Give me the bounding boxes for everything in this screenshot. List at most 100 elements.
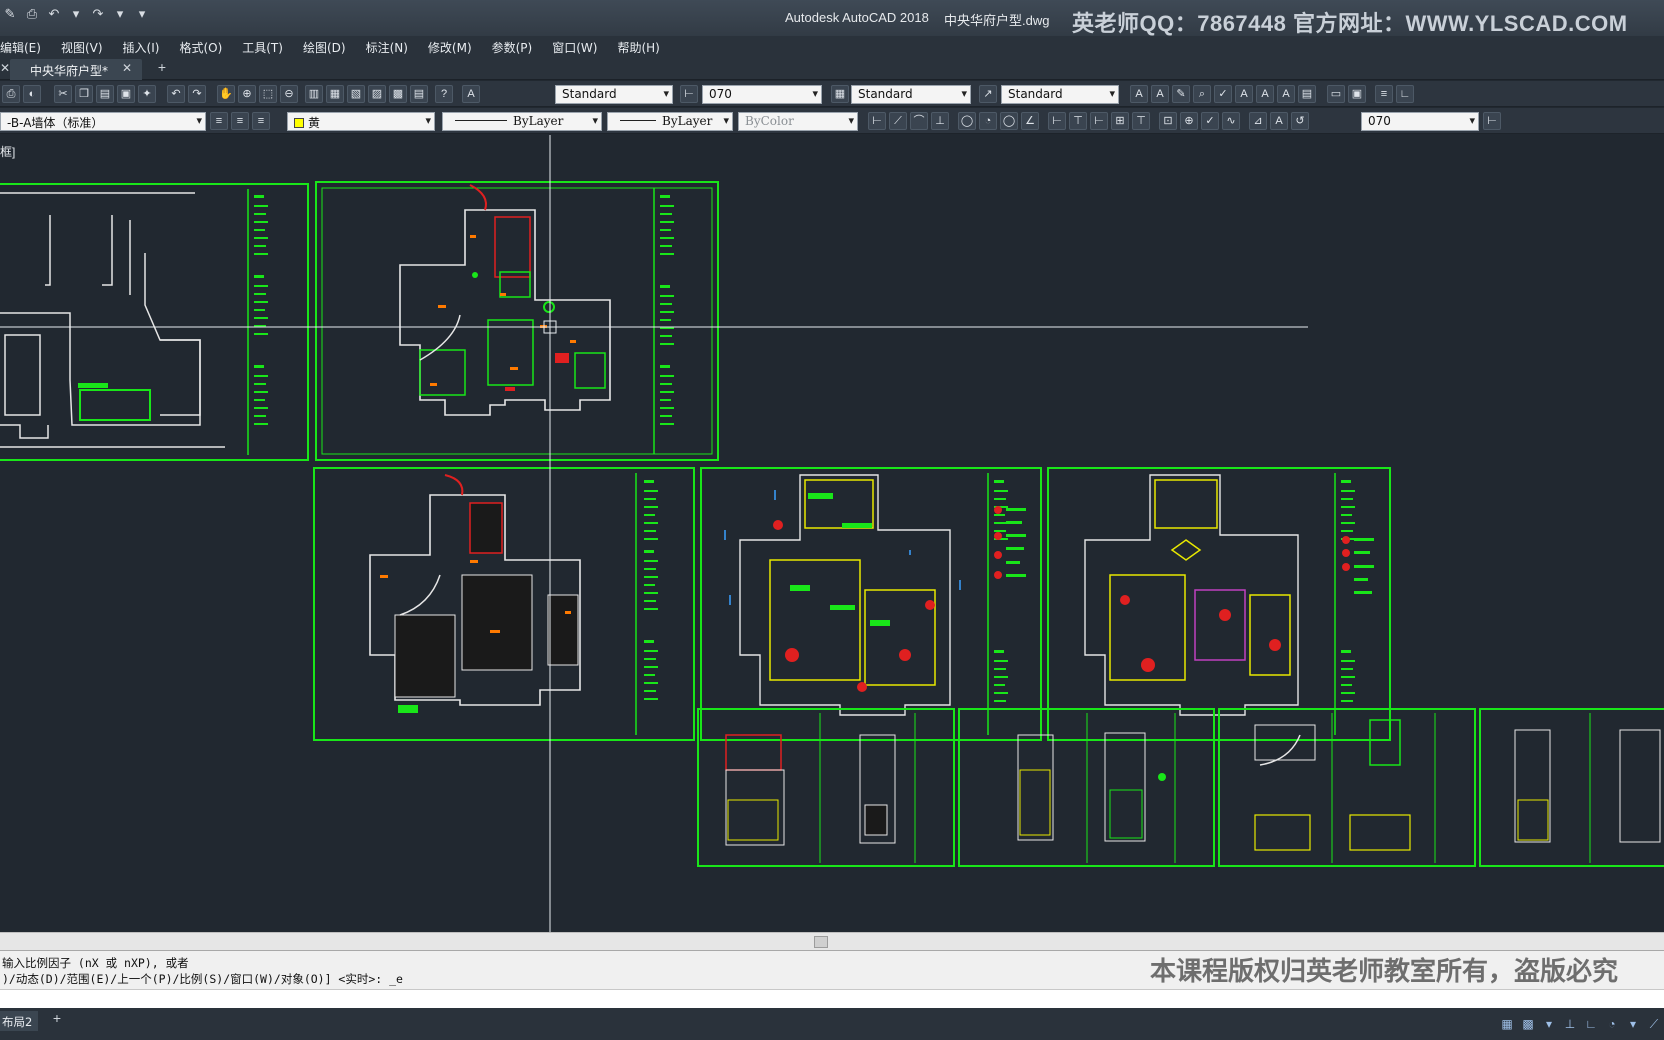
spellcheck-icon[interactable]: ✓ <box>1214 85 1232 103</box>
tolerance-icon[interactable]: ⊡ <box>1159 112 1177 130</box>
document-tab[interactable]: 中央华府户型* ✕ <box>10 59 142 80</box>
paste-icon[interactable]: ▤ <box>96 85 114 103</box>
grid-icon[interactable]: ▦ <box>1499 1016 1515 1032</box>
mleader-style-dropdown[interactable]: Standard <box>1001 85 1119 104</box>
ortho-icon[interactable]: ∟ <box>1583 1016 1599 1032</box>
dim-style-dropdown[interactable]: 070 <box>702 85 822 104</box>
center-mark-icon[interactable]: ⊕ <box>1180 112 1198 130</box>
quick-dim-icon[interactable]: ⊢ <box>1048 112 1066 130</box>
sheet-floor-tiles-plan[interactable] <box>313 467 695 741</box>
scrollbar-thumb[interactable] <box>814 936 828 948</box>
dim-update-icon[interactable]: ↺ <box>1291 112 1309 130</box>
layer-previous-icon[interactable]: ▣ <box>1348 85 1366 103</box>
menu-edit[interactable]: 编辑(E) <box>0 39 51 56</box>
layer-walk-icon[interactable]: ≡ <box>252 112 270 130</box>
radius-dim-icon[interactable]: ◯ <box>958 112 976 130</box>
text-style-2-icon[interactable]: A <box>1235 85 1253 103</box>
sheet-elevations-1[interactable] <box>697 708 955 867</box>
close-tab-icon[interactable]: ✕ <box>122 61 132 75</box>
sheet-elevations-3[interactable] <box>1218 708 1476 867</box>
redo-tb-icon[interactable]: ↷ <box>188 85 206 103</box>
layer-manager-icon[interactable]: ≡ <box>1375 85 1393 103</box>
dim-break-icon[interactable]: ⊤ <box>1132 112 1150 130</box>
command-window[interactable]: 输入比例因子 (nX 或 nXP), 或者 )/动态(D)/范围(E)/上一个(… <box>0 950 1664 1009</box>
sheet-furniture-plan[interactable] <box>315 181 719 461</box>
menu-parametric[interactable]: 参数(P) <box>482 39 543 56</box>
layer-states-icon[interactable]: ▭ <box>1327 85 1345 103</box>
dim-text-edit-icon[interactable]: A <box>1270 112 1288 130</box>
baseline-dim-icon[interactable]: ⊤ <box>1069 112 1087 130</box>
close-icon[interactable]: ✕ <box>0 61 10 75</box>
linear-dim-icon[interactable]: ⊢ <box>868 112 886 130</box>
viewport-label[interactable]: 框] <box>0 143 15 160</box>
jogged-linear-icon[interactable]: ∿ <box>1222 112 1240 130</box>
scale-text-icon[interactable]: A <box>1256 85 1274 103</box>
design-center-icon[interactable]: ▦ <box>326 85 344 103</box>
print-icon[interactable]: ⎙ <box>24 6 40 22</box>
menu-tools[interactable]: 工具(T) <box>232 39 293 56</box>
calculator-icon[interactable]: ▤ <box>410 85 428 103</box>
table-style-icon[interactable]: ▦ <box>831 85 849 103</box>
preview-icon[interactable]: ◐ <box>23 85 41 103</box>
redo-dropdown-icon[interactable]: ▾ <box>112 6 128 22</box>
sheet-elevations-4[interactable] <box>1479 708 1664 867</box>
convert-space-icon[interactable]: ▤ <box>1298 85 1316 103</box>
copy-icon[interactable]: ❐ <box>75 85 93 103</box>
match-properties-icon[interactable]: ✦ <box>138 85 156 103</box>
redo-icon[interactable]: ↷ <box>90 6 106 22</box>
linetype-dropdown[interactable]: ByLayer <box>442 112 602 131</box>
text-style-icon[interactable]: A <box>462 85 480 103</box>
polar-dropdown-icon[interactable]: ▾ <box>1625 1016 1641 1032</box>
zoom-previous-icon[interactable]: ⊖ <box>280 85 298 103</box>
dim-style-manager-icon[interactable]: ⊢ <box>1483 112 1501 130</box>
undo-dropdown-icon[interactable]: ▾ <box>68 6 84 22</box>
markup-icon[interactable]: ▩ <box>389 85 407 103</box>
text-style-dropdown[interactable]: Standard <box>555 85 673 104</box>
table-style-dropdown[interactable]: Standard <box>851 85 971 104</box>
menu-modify[interactable]: 修改(M) <box>418 39 482 56</box>
polar-icon[interactable]: ◔ <box>1604 1016 1620 1032</box>
make-current-layer-icon[interactable]: ≡ <box>210 112 228 130</box>
inspect-icon[interactable]: ✓ <box>1201 112 1219 130</box>
help-icon[interactable]: ? <box>435 85 453 103</box>
menu-window[interactable]: 窗口(W) <box>542 39 607 56</box>
angular-dim-icon[interactable]: ∠ <box>1021 112 1039 130</box>
sheet-ceiling-plan-2[interactable] <box>1047 467 1391 741</box>
properties-icon[interactable]: ▥ <box>305 85 323 103</box>
dim-space-icon[interactable]: ⊞ <box>1111 112 1129 130</box>
cut-icon[interactable]: ✂ <box>54 85 72 103</box>
mleader-style-icon[interactable]: ↗ <box>979 85 997 103</box>
tool-palettes-icon[interactable]: ▧ <box>347 85 365 103</box>
pan-icon[interactable]: ✋ <box>217 85 235 103</box>
zoom-realtime-icon[interactable]: ⊕ <box>238 85 256 103</box>
menu-dimension[interactable]: 标注(N) <box>356 39 418 56</box>
menu-format[interactable]: 格式(O) <box>169 39 232 56</box>
menu-view[interactable]: 视图(V) <box>51 39 113 56</box>
snap-dropdown-icon[interactable]: ▾ <box>1541 1016 1557 1032</box>
diameter-dim-icon[interactable]: ◯ <box>1000 112 1018 130</box>
copy-base-icon[interactable]: ▣ <box>117 85 135 103</box>
isodraft-icon[interactable]: ⟋ <box>1646 1016 1662 1032</box>
undo-icon[interactable]: ↶ <box>46 6 62 22</box>
plotstyle-dropdown[interactable]: ByColor <box>738 112 858 131</box>
customize-qat-icon[interactable]: ▾ <box>134 6 150 22</box>
add-layout-button[interactable]: + <box>46 1010 68 1030</box>
undo-tb-icon[interactable]: ↶ <box>167 85 185 103</box>
multiline-text-icon[interactable]: A <box>1130 85 1148 103</box>
arc-length-icon[interactable]: ⌒ <box>910 112 928 130</box>
sheet-ceiling-plan-1[interactable] <box>700 467 1042 741</box>
lineweight-dropdown[interactable]: ByLayer <box>607 112 733 131</box>
aligned-dim-icon[interactable]: ⟋ <box>889 112 907 130</box>
new-tab-button[interactable]: + <box>151 59 173 79</box>
ucs-icon[interactable]: ∟ <box>1396 85 1414 103</box>
infer-constraints-icon[interactable]: ⊥ <box>1562 1016 1578 1032</box>
menu-draw[interactable]: 绘图(D) <box>293 39 356 56</box>
layout-tab[interactable]: 布局2 <box>0 1011 38 1031</box>
dim-edit-icon[interactable]: ⊿ <box>1249 112 1267 130</box>
edit-text-icon[interactable]: ✎ <box>1172 85 1190 103</box>
plot-icon[interactable]: ⎙ <box>2 85 20 103</box>
snap-icon[interactable]: ▩ <box>1520 1016 1536 1032</box>
dim-style-dropdown-2[interactable]: 070 <box>1361 112 1479 131</box>
layer-dropdown[interactable]: -B-A墙体（标准） <box>0 112 206 131</box>
command-input[interactable] <box>0 989 1664 1009</box>
